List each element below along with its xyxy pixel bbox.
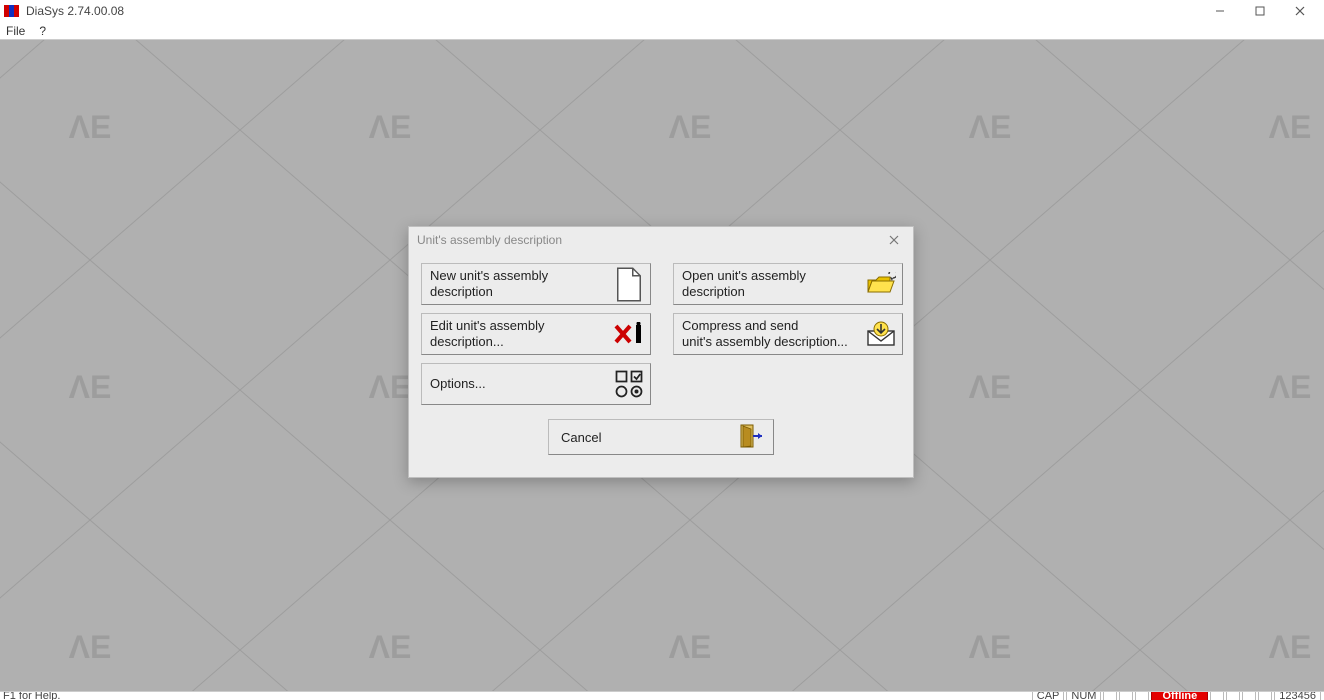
- cancel-button[interactable]: Cancel: [548, 419, 774, 455]
- edit-assembly-label-1: Edit unit's assembly: [430, 318, 544, 334]
- close-button[interactable]: [1280, 0, 1320, 22]
- status-pad-6: [1242, 691, 1256, 700]
- dialog-title: Unit's assembly description: [417, 233, 883, 247]
- workspace: ΛE Unit's assembly description New unit'…: [0, 40, 1324, 691]
- menu-help[interactable]: ?: [39, 24, 46, 38]
- open-assembly-label-2: description: [682, 284, 806, 300]
- options-label: Options...: [430, 376, 486, 392]
- options-button[interactable]: Options...: [421, 363, 651, 405]
- options-icon: [614, 369, 644, 399]
- status-pad-3: [1135, 691, 1149, 700]
- edit-x-icon: [614, 319, 644, 349]
- status-pad-4: [1210, 691, 1224, 700]
- maximize-button[interactable]: [1240, 0, 1280, 22]
- folder-open-icon: [866, 269, 896, 299]
- dialog-assembly-description: Unit's assembly description New unit's a…: [408, 226, 914, 478]
- new-assembly-label-2: description: [430, 284, 548, 300]
- status-cap: CAP: [1032, 691, 1065, 700]
- edit-assembly-label-2: description...: [430, 334, 544, 350]
- cancel-label: Cancel: [561, 430, 601, 445]
- new-assembly-label-1: New unit's assembly: [430, 268, 548, 284]
- app-icon: [4, 3, 20, 19]
- status-pad-7: [1258, 691, 1272, 700]
- status-num: NUM: [1066, 691, 1101, 700]
- compress-send-label-2: unit's assembly description...: [682, 334, 848, 350]
- compress-send-button[interactable]: Compress and send unit's assembly descri…: [673, 313, 903, 355]
- exit-door-icon: [739, 423, 765, 452]
- edit-assembly-button[interactable]: Edit unit's assembly description...: [421, 313, 651, 355]
- new-document-icon: [614, 269, 644, 299]
- menubar: File ?: [0, 22, 1324, 40]
- open-assembly-label-1: Open unit's assembly: [682, 268, 806, 284]
- open-assembly-button[interactable]: Open unit's assembly description: [673, 263, 903, 305]
- window-titlebar: DiaSys 2.74.00.08: [0, 0, 1324, 22]
- envelope-download-icon: [866, 319, 896, 349]
- minimize-button[interactable]: [1200, 0, 1240, 22]
- menu-file[interactable]: File: [6, 24, 25, 38]
- status-offline: Offline: [1151, 691, 1208, 700]
- status-pad-1: [1103, 691, 1117, 700]
- window-title: DiaSys 2.74.00.08: [26, 4, 124, 18]
- status-code: 123456: [1274, 691, 1321, 700]
- compress-send-label-1: Compress and send: [682, 318, 848, 334]
- status-pad-5: [1226, 691, 1240, 700]
- dialog-titlebar: Unit's assembly description: [409, 227, 913, 253]
- statusbar: F1 for Help. CAP NUM Offline 123456: [0, 691, 1324, 700]
- status-pad-2: [1119, 691, 1133, 700]
- status-hint: F1 for Help.: [3, 691, 1032, 700]
- dialog-close-button[interactable]: [883, 231, 905, 249]
- new-assembly-button[interactable]: New unit's assembly description: [421, 263, 651, 305]
